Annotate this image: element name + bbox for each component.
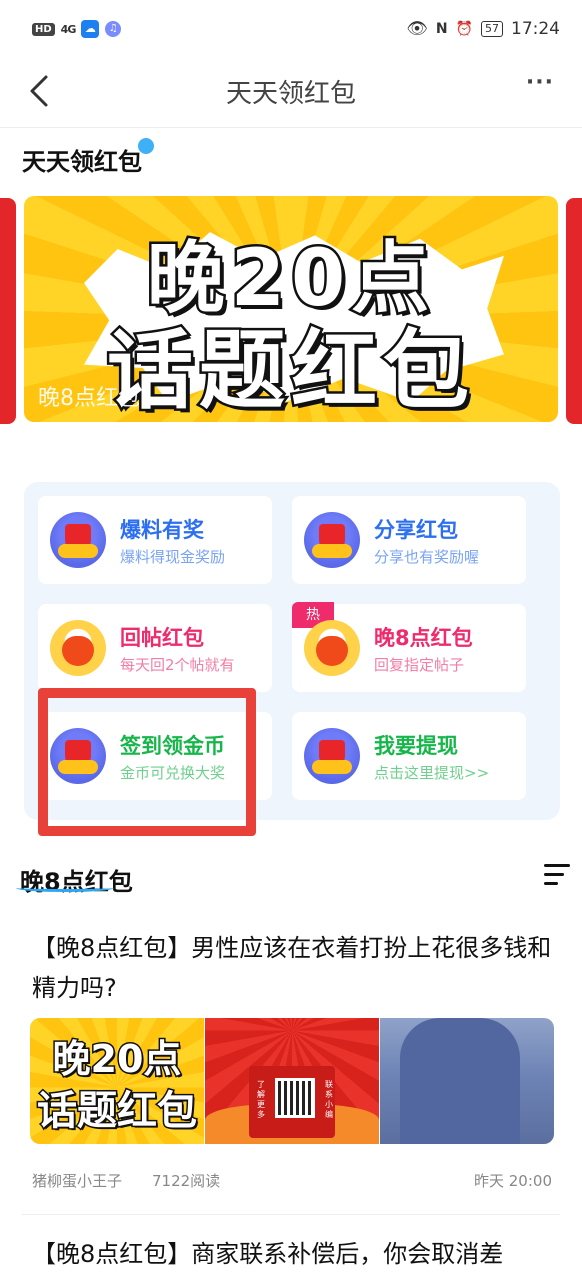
thumb-text-1: 晚20点 — [51, 1036, 183, 1083]
battery-icon: 57 — [481, 21, 503, 37]
thumbnail-qr-card: 了解更多 联系小编 — [205, 1018, 379, 1144]
music-app-icon: ♫ — [105, 21, 122, 37]
red-envelope-coins-icon — [304, 728, 360, 784]
section-title-daily-red-envelope: 天天领红包 — [22, 148, 142, 176]
status-bar: HD 4G ☁ ♫ 👁 N ⏰ 57 17:24 — [0, 0, 582, 58]
qr-code-icon — [275, 1078, 315, 1118]
lucky-bag-icon — [50, 620, 106, 676]
eye-icon: 👁 — [406, 19, 428, 39]
post-author[interactable]: 猪柳蛋小王子 — [32, 1170, 122, 1191]
thumb-side-right: 联系小编 — [325, 1080, 333, 1119]
hd-indicator: HD — [32, 22, 55, 36]
carousel-next-peek[interactable] — [566, 198, 582, 424]
red-envelope-coins-icon — [304, 512, 360, 568]
banner-carousel-slide[interactable]: 晚20点 话题红包 晚8点红包 — [24, 196, 558, 422]
tile-title: 回帖红包 — [120, 626, 204, 650]
tile-title: 晚8点红包 — [374, 626, 473, 650]
alarm-icon: ⏰ — [455, 21, 473, 37]
carousel-prev-peek[interactable] — [0, 198, 16, 424]
post-reads: 7122阅读 — [152, 1172, 221, 1190]
red-envelope-coins-icon — [50, 512, 106, 568]
sort-menu-icon[interactable] — [544, 864, 570, 886]
tile-share[interactable]: 分享红包 分享也有奖励喔 — [292, 496, 526, 584]
tile-title: 我要提现 — [374, 734, 458, 758]
banner-caption: 晚8点红包 — [38, 386, 140, 411]
tile-subtitle: 爆料得现金奖励 — [120, 548, 226, 566]
tile-baoliao[interactable]: 爆料有奖 爆料得现金奖励 — [38, 496, 272, 584]
thumb-text-2: 话题红包 — [36, 1087, 199, 1136]
thumbnail-photo — [380, 1018, 554, 1144]
cloud-app-icon: ☁ — [81, 20, 100, 38]
tile-8pm[interactable]: 热 晚8点红包 回复指定帖子 — [292, 602, 526, 692]
more-options-icon[interactable]: ··· — [526, 70, 554, 95]
post-title[interactable]: 【晚8点红包】商家联系补偿后，你会取消差 — [32, 1234, 554, 1274]
highlight-box — [38, 688, 256, 836]
nav-bar: 天天领红包 ··· — [0, 58, 582, 128]
tile-subtitle: 回复指定帖子 — [374, 656, 465, 674]
signal-icon: 4G — [60, 22, 77, 36]
section-accent-dot — [138, 138, 154, 154]
tile-title: 爆料有奖 — [120, 518, 204, 542]
nfc-icon: N — [435, 21, 448, 37]
tile-reply[interactable]: 回帖红包 每天回2个帖就有 — [38, 604, 272, 692]
section-underline — [16, 884, 114, 892]
thumb-side-left: 了解更多 — [257, 1080, 265, 1119]
tile-subtitle: 分享也有奖励喔 — [374, 548, 480, 566]
clock: 17:24 — [511, 19, 560, 39]
tile-subtitle: 每天回2个帖就有 — [120, 656, 235, 674]
tile-subtitle: 点击这里提现>> — [374, 764, 490, 782]
post-time: 昨天 20:00 — [474, 1172, 552, 1190]
tile-title: 分享红包 — [374, 518, 458, 542]
post-thumbnails[interactable]: 晚20点 话题红包 了解更多 联系小编 — [30, 1018, 554, 1144]
divider — [22, 1214, 560, 1215]
lucky-bag-icon — [304, 620, 360, 676]
post-title[interactable]: 【晚8点红包】男性应该在衣着打扮上花很多钱和精力吗? — [32, 928, 554, 1008]
tile-withdraw[interactable]: 我要提现 点击这里提现>> — [292, 712, 526, 800]
thumbnail-topic-banner: 晚20点 话题红包 — [30, 1018, 204, 1144]
page-title: 天天领红包 — [225, 79, 356, 109]
